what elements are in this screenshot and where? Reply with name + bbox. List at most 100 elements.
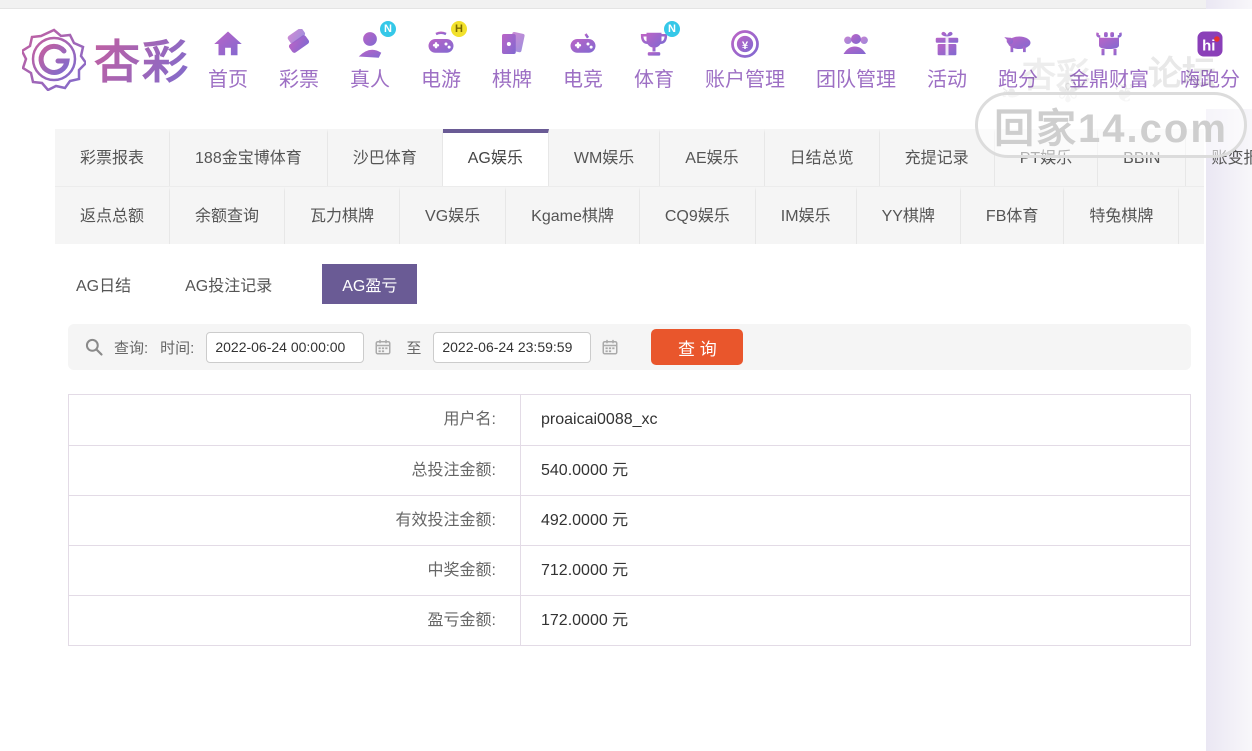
query-bar: 查询: 时间: 至 查 询 [68,324,1191,370]
home-icon [210,27,246,61]
nav-item-label: 活动 [927,68,967,91]
nav-item-label: 棋牌 [492,68,532,91]
username-value: proaicai0088_xc [541,411,658,428]
nav-item-live[interactable]: N 真人 [350,20,396,92]
hi-app-icon: hi [1192,27,1228,61]
nav-item-lottery[interactable]: 彩票 [279,27,319,92]
live-person-icon: N [352,20,396,61]
table-row: 总投注金额: 540.0000 元 [69,445,1190,495]
brand-logo[interactable]: 杏彩 [22,26,190,92]
tab-188-jinbaobo-sports[interactable]: 188金宝博体育 [170,129,328,186]
nav-item-esports[interactable]: 电竞 [563,27,603,92]
win-amount-label: 中奖金额: [69,546,521,595]
username-label: 用户名: [69,395,521,445]
table-row: 有效投注金额: 492.0000 元 [69,495,1190,545]
valid-bet-value: 492.0000 元 [541,512,629,529]
brand-logo-text: 杏彩 [94,26,190,92]
tab-rebate-total[interactable]: 返点总额 [55,187,171,244]
table-row: 盈亏金额: 172.0000 元 [69,595,1190,645]
nav-item-activity[interactable]: 活动 [927,27,967,92]
nav-item-label: 账户管理 [705,68,785,91]
nav-item-hi-paofen[interactable]: hi 嗨跑分 [1180,27,1240,92]
table-row: 中奖金额: 712.0000 元 [69,545,1190,595]
tab-shaba-sports[interactable]: 沙巴体育 [328,129,443,186]
tab-wm-entertainment[interactable]: WM娱乐 [549,129,661,186]
tab-im-entertainment[interactable]: IM娱乐 [756,187,857,244]
tab-ae-entertainment[interactable]: AE娱乐 [660,129,765,186]
subtab-ag-daily[interactable]: AG日结 [72,264,135,304]
tab-bbin[interactable]: BBIN [1098,129,1187,186]
subtab-ag-bet-records[interactable]: AG投注记录 [181,264,276,304]
svg-text:¥: ¥ [742,40,749,52]
to-label: 至 [406,339,422,357]
nav-item-label: 彩票 [279,68,319,91]
brand-emblem-icon [22,28,86,91]
tab-tetu-boardgames[interactable]: 特兔棋牌 [1064,187,1180,244]
svg-text:hi: hi [1202,37,1215,54]
tabbar-row-2: 返点总额 余额查询 瓦力棋牌 VG娱乐 Kgame棋牌 CQ9娱乐 IM娱乐 Y… [55,187,1204,244]
start-datetime-input[interactable] [206,331,365,363]
time-label: 时间: [160,339,195,357]
nav-item-label: 团队管理 [816,68,896,91]
nav-item-label: 嗨跑分 [1180,68,1240,91]
tab-vg-entertainment[interactable]: VG娱乐 [400,187,507,244]
tab-lottery-report[interactable]: 彩票报表 [55,129,171,186]
nav-item-label: 电竞 [563,68,603,91]
nav-item-label: 首页 [208,68,248,91]
report-tabbar: 彩票报表 188金宝博体育 沙巴体育 AG娱乐 WM娱乐 AE娱乐 日结总览 充… [55,129,1252,244]
nav-item-egame[interactable]: H 电游 [421,20,467,92]
account-coin-icon: ¥ [727,27,763,61]
tab-cq9-entertainment[interactable]: CQ9娱乐 [640,187,756,244]
profit-loss-label: 盈亏金额: [69,596,521,645]
tab-ag-entertainment[interactable]: AG娱乐 [442,129,549,186]
sports-trophy-icon: N [636,20,680,61]
total-bet-value: 540.0000 元 [541,462,629,479]
nav-item-account-management[interactable]: ¥ 账户管理 [705,27,785,92]
nav-item-home[interactable]: 首页 [208,27,248,92]
tab-pt-entertainment[interactable]: PT娱乐 [995,129,1099,186]
win-amount-value: 712.0000 元 [541,562,629,579]
cards-icon [494,27,530,61]
ag-profit-loss-table: 用户名: proaicai0088_xc 总投注金额: 540.0000 元 有… [68,394,1191,646]
search-icon [85,338,103,356]
tab-kgame-boardgames[interactable]: Kgame棋牌 [506,187,640,244]
nav-item-label: 电游 [421,68,461,91]
profit-loss-value: 172.0000 元 [541,612,629,629]
gift-icon [929,27,965,61]
hot-badge: H [451,20,467,37]
nav-item-label: 体育 [634,68,674,91]
tab-deposit-withdraw-records[interactable]: 充提记录 [880,129,995,186]
right-background-band [1206,0,1252,751]
esports-gamepad-icon [565,27,601,61]
nav-item-label: 金鼎财富 [1069,68,1149,91]
nav-item-jinding-wealth[interactable]: 金鼎财富 [1069,27,1149,92]
nav-item-label: 真人 [350,68,390,91]
tab-yy-boardgames[interactable]: YY棋牌 [857,187,961,244]
subtab-ag-profit-loss[interactable]: AG盈亏 [322,264,418,304]
valid-bet-label: 有效投注金额: [69,496,521,545]
nav-item-paofen[interactable]: 跑分 [998,27,1038,92]
tab-fb-sports[interactable]: FB体育 [961,187,1065,244]
new-badge: N [664,20,680,37]
tabbar-row-1: 彩票报表 188金宝博体育 沙巴体育 AG娱乐 WM娱乐 AE娱乐 日结总览 充… [55,129,1252,187]
nav-item-boardgames[interactable]: 棋牌 [492,27,532,92]
calendar-icon[interactable] [601,338,619,356]
query-label: 查询: [114,339,149,357]
egame-gamepad-icon: H [423,20,467,61]
query-submit-button[interactable]: 查 询 [651,329,744,365]
top-navigation-bar: 杏彩 首页 彩票 N 真人 H 电游 棋牌 电竞 N 体育 ¥ 账户管理 团队管… [0,9,1252,109]
ding-icon [1091,27,1127,61]
table-row: 用户名: proaicai0088_xc [69,395,1190,445]
ag-subtabs: AG日结 AG投注记录 AG盈亏 [72,264,1252,304]
tab-daily-summary[interactable]: 日结总览 [765,129,880,186]
calendar-icon[interactable] [374,338,392,356]
tab-wali-boardgames[interactable]: 瓦力棋牌 [285,187,401,244]
tab-account-change-report[interactable]: 账变报表 [1186,129,1252,186]
nav-item-label: 跑分 [998,68,1038,91]
lottery-ticket-icon [281,27,317,61]
nav-item-team-management[interactable]: 团队管理 [816,27,896,92]
tab-balance-query[interactable]: 余额查询 [170,187,286,244]
nav-item-sports[interactable]: N 体育 [634,20,680,92]
end-datetime-input[interactable] [433,331,592,363]
rhino-icon [1000,27,1036,61]
